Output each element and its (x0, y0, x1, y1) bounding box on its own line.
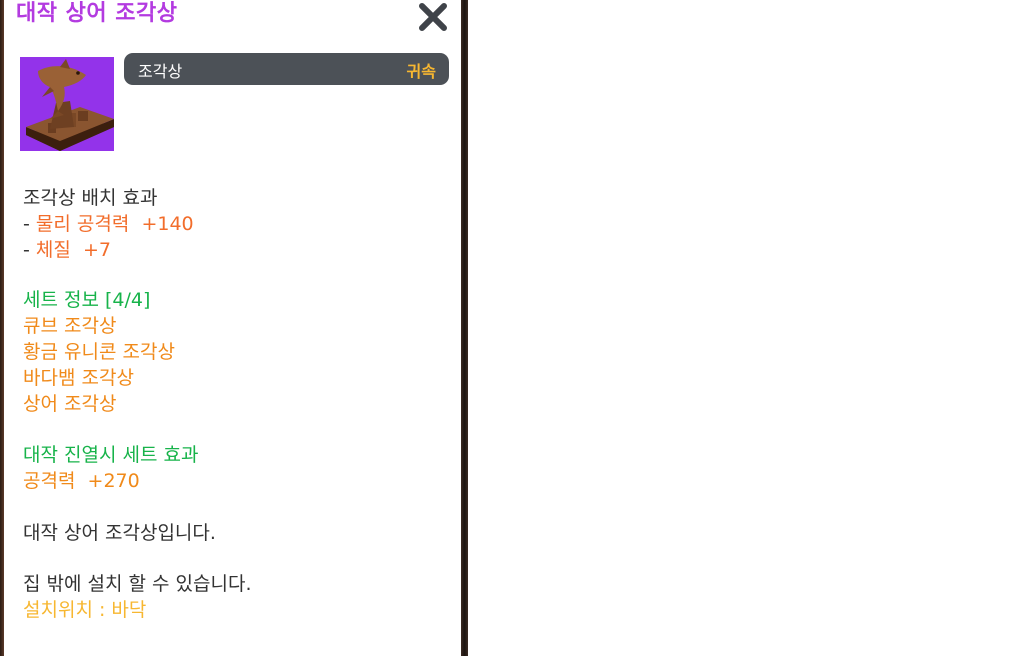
set-effect-stat-name: 공격력 (23, 470, 76, 492)
install-location: 설치위치 : 바닥 (23, 599, 147, 621)
shark-statue-icon (20, 57, 114, 151)
item-title: 대작 상어 조각상 (16, 1, 178, 26)
set-member-item: 바다뱀 조각상 (23, 367, 134, 389)
stat-line: - 체질 +7 (23, 238, 111, 262)
item-tooltip-panel: 대작 상어 조각상 조각상 귀속 조각상 배치 효과 - 물리 공격력 +140… (4, 0, 461, 656)
set-effect-heading: 대작 진열시 세트 효과 (23, 444, 199, 466)
stat-name: 체질 (35, 239, 71, 261)
stage: 대작 상어 조각상 조각상 귀속 조각상 배치 효과 - 물리 공격력 +140… (0, 0, 1024, 656)
panel-divider (461, 0, 468, 656)
description-line: 대작 상어 조각상입니다. (23, 522, 216, 544)
item-type-label: 조각상 (138, 62, 183, 81)
bind-status-badge: 귀속 (406, 62, 436, 81)
set-member-item: 상어 조각상 (23, 393, 117, 415)
set-effect-stat: 공격력 +270 (23, 469, 140, 493)
stat-name: 물리 공격력 (35, 213, 130, 235)
stat-prefix: - (23, 239, 36, 261)
close-icon[interactable] (416, 0, 450, 34)
description-line: 집 밖에 설치 할 수 있습니다. (23, 573, 252, 595)
placement-effect-heading: 조각상 배치 효과 (23, 187, 158, 209)
stat-line: - 물리 공격력 +140 (23, 212, 194, 236)
item-type-bar: 조각상 귀속 (124, 53, 449, 85)
stat-value: +140 (141, 213, 194, 235)
set-member-item: 큐브 조각상 (23, 315, 117, 337)
set-info-heading: 세트 정보 [4/4] (23, 289, 151, 311)
set-member-item: 황금 유니콘 조각상 (23, 341, 175, 363)
set-effect-stat-value: +270 (87, 470, 140, 492)
stat-prefix: - (23, 213, 36, 235)
stat-value: +7 (82, 239, 111, 261)
